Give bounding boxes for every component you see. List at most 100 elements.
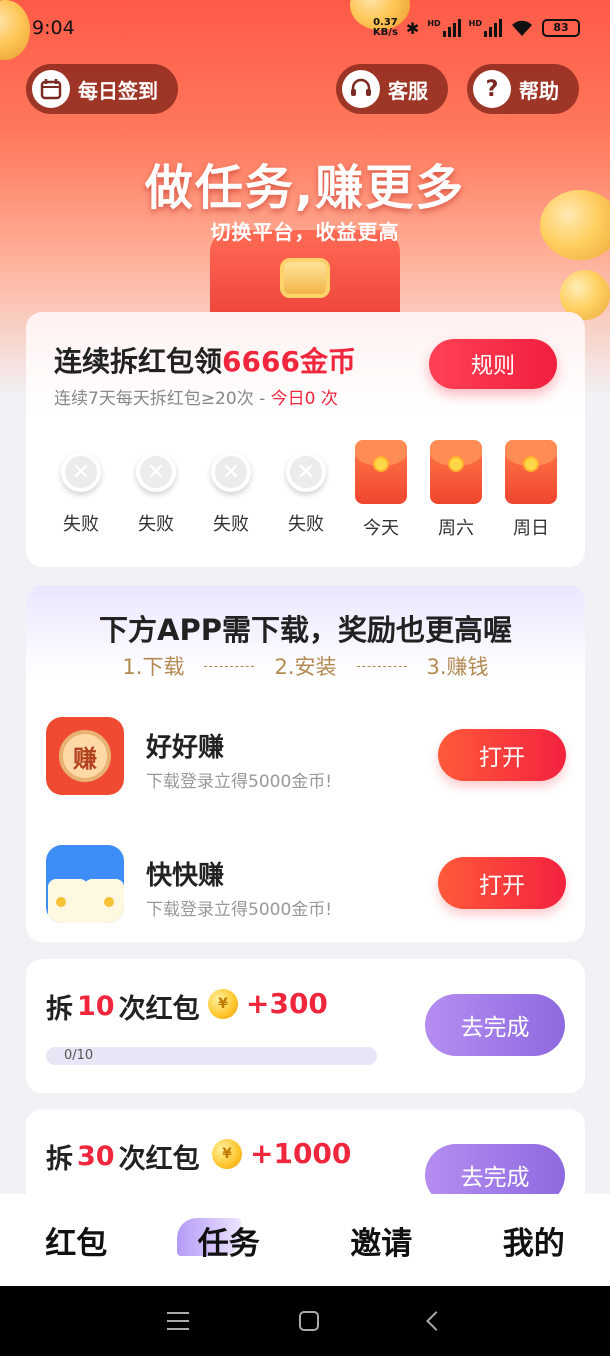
help-button[interactable]: ? 帮助 <box>467 64 579 114</box>
coin-icon: ¥ <box>212 1138 242 1169</box>
daily-checkin-button[interactable]: 每日签到 <box>26 64 178 114</box>
bluetooth-icon: ✱ <box>405 18 420 38</box>
hd-label: HD <box>468 19 482 28</box>
tab-label: 红包 <box>45 1225 108 1262</box>
task-progress-bar: 0/10 <box>46 1047 377 1065</box>
failed-x-icon: ✕ <box>286 452 326 492</box>
menu-icon[interactable] <box>167 1312 189 1330</box>
streak-title: 连续拆红包领6666金币 <box>54 340 356 380</box>
streak-day-label: 周日 <box>513 518 549 539</box>
help-label: 帮助 <box>519 78 559 103</box>
open-app-button[interactable]: 打开 <box>438 857 566 909</box>
task-reward-amount: +1000 <box>250 1137 352 1170</box>
coin-icon: ¥ <box>208 988 238 1019</box>
customer-service-label: 客服 <box>388 78 428 103</box>
streak-day: ✕ 失败 <box>200 440 262 540</box>
red-envelope-icon <box>355 440 407 504</box>
back-icon[interactable] <box>426 1311 446 1331</box>
tab-label: 我的 <box>502 1225 565 1262</box>
streak-title-highlight: 6666金币 <box>222 345 356 378</box>
net-speed: 0.37 KB/s <box>373 18 398 38</box>
apps-card-title: 下方APP需下载，奖励也更高喔 <box>99 613 512 647</box>
help-question-icon: ? <box>473 70 511 108</box>
task-card: 拆 10 次红包 ¥ +300 0/10 去完成 <box>26 959 585 1093</box>
app-description: 下载登录立得5000金币! <box>146 772 333 792</box>
red-envelope-icon <box>505 440 557 504</box>
signal-icon: HD <box>469 19 502 37</box>
streak-day: 周日 <box>500 440 562 540</box>
hd-label: HD <box>427 19 441 28</box>
streak-day-label: 失败 <box>288 514 324 535</box>
daily-checkin-label: 每日签到 <box>78 78 158 103</box>
tab-invite[interactable]: 邀请 <box>321 1218 441 1263</box>
task-progress-text: 0/10 <box>64 1048 94 1063</box>
task-reward-amount: +300 <box>246 987 328 1020</box>
red-envelope-clasp <box>280 258 330 298</box>
battery-icon: 83 <box>542 19 580 37</box>
streak-day: 今天 <box>350 440 412 540</box>
streak-day-label: 失败 <box>138 514 174 535</box>
task-title-suffix: 次红包 <box>118 994 200 1025</box>
tab-label: 任务 <box>197 1225 260 1262</box>
step-download: 1.下载 <box>122 655 185 679</box>
calendar-icon <box>32 70 70 108</box>
task-title: 拆 10 次红包 <box>46 987 200 1026</box>
home-icon[interactable] <box>299 1311 319 1331</box>
streak-day-label: 失败 <box>63 514 99 535</box>
tab-label: 邀请 <box>350 1225 413 1262</box>
task-title-suffix: 次红包 <box>118 1144 200 1175</box>
app-item: 赚 好好赚 下载登录立得5000金币! 打开 <box>46 717 566 797</box>
step-divider <box>356 665 407 667</box>
system-nav-bar <box>0 1286 610 1356</box>
streak-subtitle: 连续7天每天拆红包≥20次 - 今日0 次 <box>54 384 338 409</box>
streak-day-label: 周六 <box>438 518 474 539</box>
step-earn: 3.赚钱 <box>426 655 489 679</box>
signal-icon: HD <box>427 19 461 37</box>
streak-day-label: 失败 <box>213 514 249 535</box>
tab-mine[interactable]: 我的 <box>474 1218 594 1263</box>
task-title: 拆 30 次红包 <box>46 1137 200 1176</box>
net-speed-unit: KB/s <box>372 27 398 38</box>
customer-service-button[interactable]: 客服 <box>336 64 448 114</box>
download-steps: 1.下载 2.安装 3.赚钱 <box>26 651 585 681</box>
status-icons: 0.37 KB/s ✱ HD HD 83 <box>373 18 580 38</box>
streak-day: ✕ 失败 <box>50 440 112 540</box>
page-title: 做任务,赚更多 <box>144 160 466 216</box>
streak-day: 周六 <box>425 440 487 540</box>
streak-card: 连续拆红包领6666金币 连续7天每天拆红包≥20次 - 今日0 次 规则 ✕ … <box>26 312 585 567</box>
failed-x-icon: ✕ <box>136 452 176 492</box>
status-time: 9:04 <box>32 17 75 39</box>
streak-day: ✕ 失败 <box>125 440 187 540</box>
status-bar: 9:04 0.37 KB/s ✱ HD HD 83 <box>0 0 610 56</box>
app-name: 好好赚 <box>146 733 225 763</box>
kuaikuaizhuan-app-icon <box>46 845 124 923</box>
app-name: 快快赚 <box>146 861 225 891</box>
page-subtitle: 切换平台，收益更高 <box>210 220 400 244</box>
streak-day: ✕ 失败 <box>275 440 337 540</box>
task-title-prefix: 拆 <box>46 1144 73 1175</box>
open-app-button[interactable]: 打开 <box>438 729 566 781</box>
wifi-icon <box>512 20 532 36</box>
red-envelope-icon <box>430 440 482 504</box>
tab-tasks[interactable]: 任务 <box>169 1217 289 1263</box>
task-count: 30 <box>77 1141 115 1172</box>
failed-x-icon: ✕ <box>61 452 101 492</box>
tab-red-packet[interactable]: 红包 <box>16 1218 136 1263</box>
streak-days: ✕ 失败 ✕ 失败 ✕ 失败 ✕ 失败 今天 周六 周日 <box>50 440 562 540</box>
step-divider <box>204 665 255 667</box>
download-apps-card: 下方APP需下载，奖励也更高喔 1.下载 2.安装 3.赚钱 赚 好好赚 下载登… <box>26 585 585 942</box>
streak-day-label: 今天 <box>363 518 399 539</box>
bottom-tab-bar: 红包 任务 邀请 我的 <box>0 1194 610 1286</box>
haohaozhuan-app-icon: 赚 <box>46 717 124 795</box>
task-reward: ¥ +1000 <box>212 1137 351 1170</box>
headset-icon <box>342 70 380 108</box>
streak-sub-highlight: 今日0 次 <box>270 389 338 409</box>
task-title-prefix: 拆 <box>46 994 73 1025</box>
streak-sub-prefix: 连续7天每天拆红包≥20次 - <box>54 389 271 409</box>
complete-task-button[interactable]: 去完成 <box>425 994 565 1056</box>
task-count: 10 <box>77 991 115 1022</box>
failed-x-icon: ✕ <box>211 452 251 492</box>
rules-button[interactable]: 规则 <box>429 339 557 389</box>
app-description: 下载登录立得5000金币! <box>146 900 333 920</box>
step-install: 2.安装 <box>274 655 337 679</box>
